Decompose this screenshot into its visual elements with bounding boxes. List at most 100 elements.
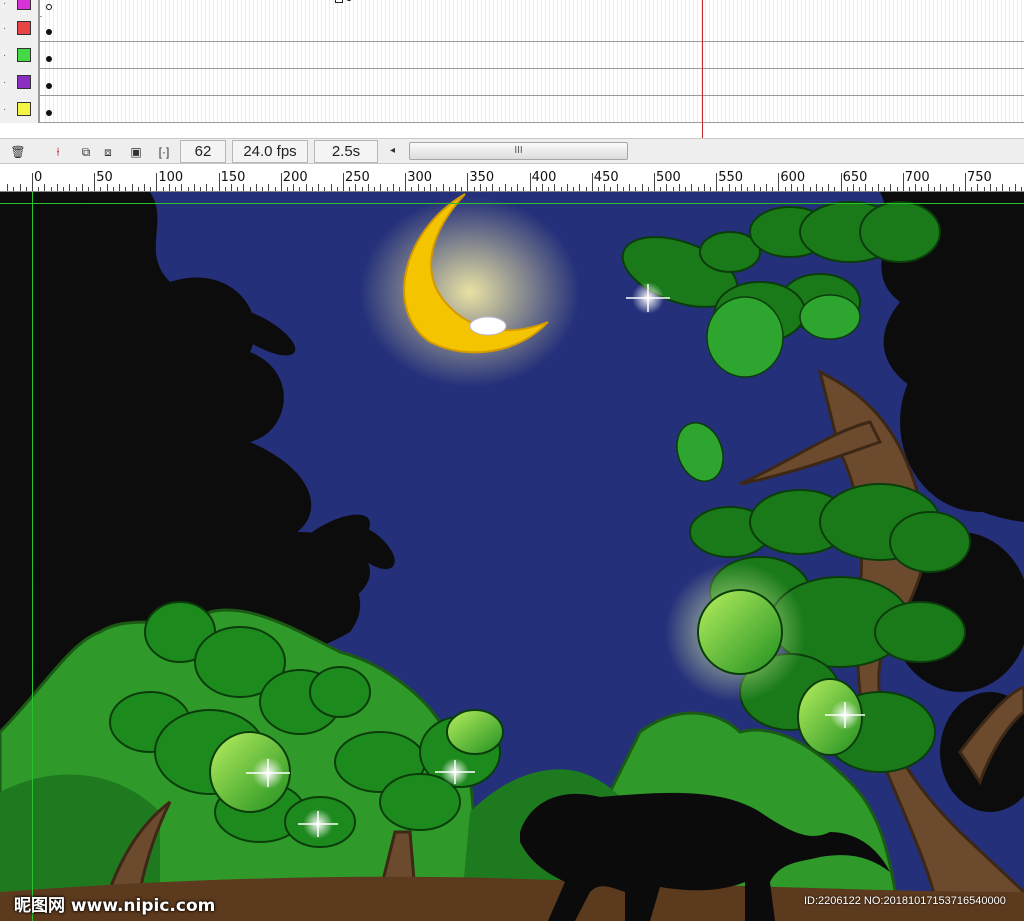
ruler-tick [343,173,344,191]
tween-keyframe[interactable] [346,0,352,1]
ruler-tick [616,184,618,191]
ruler-tick [504,184,506,191]
ruler-tick [846,187,848,191]
layer-frames[interactable] [42,0,1024,16]
lock-dot[interactable]: · [3,24,6,34]
playhead-line[interactable] [702,0,703,138]
ruler-tick [262,187,264,191]
horizontal-guide-line[interactable] [0,203,1024,204]
ruler-tick [442,184,444,191]
layer-frames[interactable] [42,42,1024,68]
ruler-tick [181,184,183,191]
ruler-tick [69,184,71,191]
layer-frames[interactable] [42,96,1024,122]
keyframe[interactable] [46,4,52,10]
lock-dot[interactable]: · [3,78,6,88]
ruler-tick [7,184,9,191]
ruler-label: 500 [656,170,681,185]
ruler-tick [890,184,892,191]
ruler-tick [349,187,351,191]
ruler-tick [293,184,295,191]
watermark-id: ID:2206122 NO:20181017153716540000 [804,895,1006,907]
vertical-guide-line[interactable] [32,192,33,921]
ruler-tick [473,187,475,191]
ruler-tick [840,173,842,191]
onion-skin-icon[interactable]: ⍿ [48,142,68,162]
ruler-tick [38,187,40,191]
timeline-layer-row[interactable]: · [0,69,1024,96]
ruler-tick [448,187,450,191]
ruler-tick [865,184,867,191]
modify-onion-markers-icon[interactable]: ▣ [126,142,146,162]
layer-outline-color-swatch[interactable] [17,21,31,35]
ruler-tick [871,187,873,191]
ruler-tick [143,184,145,191]
layer-controls[interactable]: · [0,42,40,69]
layer-outline-color-swatch[interactable] [17,102,31,116]
ruler-tick [610,187,612,191]
layer-frames[interactable] [42,15,1024,41]
layer-controls[interactable]: · [0,96,40,123]
ruler-label: 450 [593,170,619,185]
ruler-tick [405,173,407,191]
ruler-tick [877,184,879,191]
ruler-tick [691,184,693,191]
stage-canvas[interactable] [0,192,1024,921]
ruler-tick [940,184,942,191]
ruler-tick [915,184,917,191]
ruler-tick [573,187,575,191]
horizontal-scrollbar-thumb[interactable]: III [409,142,628,160]
layer-outline-color-swatch[interactable] [17,0,31,10]
layer-outline-color-swatch[interactable] [17,75,31,89]
ruler-tick [697,187,699,191]
keyframe[interactable] [46,56,52,62]
tween-end-frame[interactable] [335,0,343,3]
ruler-tick [19,184,21,191]
layer-outline-color-swatch[interactable] [17,48,31,62]
onion-skin-outlines-icon[interactable]: ⧉ [76,142,96,162]
ruler-label: 550 [718,170,744,185]
ruler-tick [187,187,189,191]
ruler-tick [709,187,711,191]
ruler-tick [218,173,220,191]
timeline-layer-row[interactable]: · [0,42,1024,69]
ruler-tick [199,187,201,191]
ruler-tick [112,187,114,191]
ruler-tick [996,187,998,191]
keyframe[interactable] [46,110,52,116]
ruler-tick [237,187,239,191]
layer-controls[interactable]: · [0,15,40,42]
ruler-tick [672,187,674,191]
lock-dot[interactable]: · [3,51,6,61]
keyframe[interactable] [46,83,52,89]
layer-controls[interactable]: · [0,69,40,96]
ruler-label: 100 [158,170,184,185]
ruler-tick [977,184,979,191]
ruler-label: 300 [407,170,433,185]
keyframe[interactable] [46,29,52,35]
ruler-tick [853,184,855,191]
ruler-tick [367,184,369,191]
ruler-tick [884,187,886,191]
ruler-tick [361,187,363,191]
ruler-tick [305,184,307,191]
ruler-tick [355,184,357,191]
ruler-tick [423,187,425,191]
ruler-tick [635,187,637,191]
ruler-tick [641,184,643,191]
ruler-tick [660,187,662,191]
trash-icon[interactable]: 🗑 [8,142,28,162]
timeline-layer-row[interactable]: · [0,96,1024,123]
ruler-tick [1020,187,1022,191]
edit-multiple-frames-icon[interactable]: ⧈ [98,142,118,162]
frame-rate-field[interactable]: 24.0 fps [232,140,308,163]
timeline-layer-row[interactable]: · [0,15,1024,42]
layer-frames[interactable] [42,69,1024,95]
ruler-tick [162,187,164,191]
scroll-left-arrow[interactable]: ◂ [390,143,402,159]
lock-dot[interactable]: · [3,0,6,9]
current-frame-field[interactable]: 62 [180,140,226,163]
ruler-tick [25,187,27,191]
lock-dot[interactable]: · [3,105,6,115]
onion-markers-icon[interactable]: [·] [152,142,176,162]
